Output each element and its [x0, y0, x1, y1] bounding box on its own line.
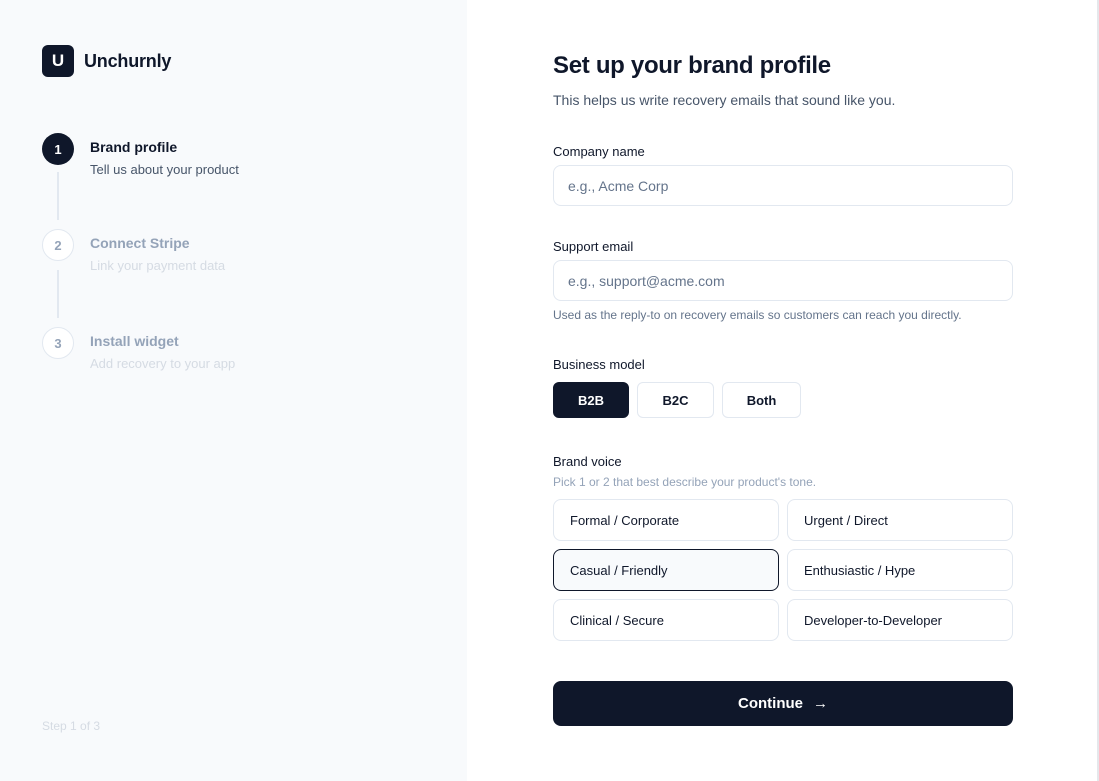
step-connector — [57, 270, 59, 318]
step-install-widget: 3 Install widget Add recovery to your ap… — [42, 327, 235, 371]
sidebar: U Unchurnly 1 Brand profile Tell us abou… — [0, 0, 467, 781]
step-title: Connect Stripe — [90, 235, 190, 251]
business-model-b2c-button[interactable]: B2C — [637, 382, 714, 418]
step-count: Step 1 of 3 — [42, 719, 101, 733]
step-connector — [57, 172, 59, 220]
continue-button[interactable]: Continue → — [553, 681, 1013, 726]
step-text: Install widget Add recovery to your app — [90, 327, 235, 371]
voice-option-urgent-direct[interactable]: Urgent / Direct — [787, 499, 1013, 541]
business-model-label: Business model — [553, 357, 645, 372]
voice-option-clinical-secure[interactable]: Clinical / Secure — [553, 599, 779, 641]
brand-voice-hint: Pick 1 or 2 that best describe your prod… — [553, 475, 817, 489]
support-email-label: Support email — [553, 239, 634, 254]
arrow-right-icon: → — [813, 695, 828, 712]
brand: U Unchurnly — [42, 45, 171, 77]
business-model-b2b-button[interactable]: B2B — [553, 382, 629, 418]
support-email-input[interactable] — [553, 260, 1013, 301]
brand-name: Unchurnly — [84, 50, 172, 71]
voice-option-enthusiastic-hype[interactable]: Enthusiastic / Hype — [787, 549, 1013, 591]
brand-voice-label: Brand voice — [553, 454, 622, 469]
support-email-hint: Used as the reply-to on recovery emails … — [553, 308, 962, 322]
voice-option-developer-to-developer[interactable]: Developer-to-Developer — [787, 599, 1013, 641]
step-connect-stripe: 2 Connect Stripe Link your payment data — [42, 229, 225, 273]
step-number: 1 — [42, 133, 74, 165]
page-title: Set up your brand profile — [553, 52, 831, 79]
business-model-both-button[interactable]: Both — [722, 382, 801, 418]
step-subtitle: Tell us about your product — [90, 162, 239, 177]
company-name-input[interactable] — [553, 165, 1013, 206]
step-text: Brand profile Tell us about your product — [90, 133, 239, 177]
company-name-label: Company name — [553, 144, 645, 159]
step-number: 2 — [42, 229, 74, 261]
page-subtitle: This helps us write recovery emails that… — [553, 92, 896, 108]
continue-label: Continue — [738, 695, 803, 712]
step-subtitle: Link your payment data — [90, 258, 226, 273]
step-number: 3 — [42, 327, 74, 359]
voice-option-formal-corporate[interactable]: Formal / Corporate — [553, 499, 779, 541]
step-text: Connect Stripe Link your payment data — [90, 229, 225, 273]
logo: U — [42, 45, 74, 77]
step-title: Brand profile — [90, 139, 178, 155]
step-subtitle: Add recovery to your app — [90, 356, 236, 371]
voice-option-casual-friendly[interactable]: Casual / Friendly — [553, 549, 779, 591]
step-brand-profile[interactable]: 1 Brand profile Tell us about your produ… — [42, 133, 239, 177]
step-title: Install widget — [90, 333, 179, 349]
